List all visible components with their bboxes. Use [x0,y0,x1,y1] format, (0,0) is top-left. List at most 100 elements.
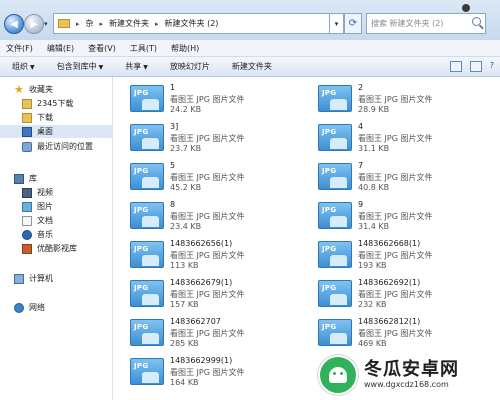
preview-pane-icon[interactable] [469,61,482,72]
breadcrumb-item[interactable]: 新建文件夹 (2) [165,18,219,29]
menu-help[interactable]: 帮助(H) [171,43,199,54]
file-item[interactable]: JPG 7 看图王 JPG 图片文件 40.8 KB [318,159,498,197]
chevron-right-icon[interactable]: ▸ [155,20,159,28]
sidebar-item-label: 优酷影视库 [37,244,77,253]
file-item[interactable]: JPG 9 看图王 JPG 图片文件 31.4 KB [318,198,498,236]
toolbar-right: ? [449,61,494,72]
recent-places-icon [22,141,32,152]
search-input[interactable]: 搜索 新建文件夹 (2) [366,13,486,34]
jpg-file-icon: JPG [318,280,352,307]
jpg-file-icon: JPG [318,124,352,151]
menu-view[interactable]: 查看(V) [88,43,116,54]
breadcrumb-item[interactable]: 新建文件夹 [109,18,149,29]
file-item[interactable]: JPG 2 看图王 JPG 图片文件 28.9 KB [318,81,498,119]
file-type: 看图王 JPG 图片文件 [358,134,433,143]
file-badge: JPG [134,89,149,97]
file-type: 看图王 JPG 图片文件 [358,212,433,221]
watermark: 冬瓜安卓网 www.dgxcdz168.com [318,350,500,400]
folder-icon [58,19,70,28]
jpg-file-icon: JPG [130,85,164,112]
back-button[interactable]: ◀ [4,14,24,34]
jpg-file-icon: JPG [318,202,352,229]
file-name: 5 [170,161,176,170]
share-label: 共享 [125,62,142,71]
file-size: 45.2 KB [170,183,202,192]
file-badge: JPG [322,167,337,175]
sidebar-item-desktop[interactable]: 桌面 [0,125,112,138]
menu-tools[interactable]: 工具(T) [130,43,157,54]
document-icon [22,215,32,226]
chevron-right-icon[interactable]: ▸ [100,20,104,28]
file-size: 232 KB [358,300,387,309]
file-item[interactable]: JPG 1483662692(1) 看图王 JPG 图片文件 232 KB [318,276,498,314]
file-name: 3] [170,122,179,131]
file-name: 8 [170,200,176,209]
sidebar-item-label: 下载 [37,113,53,122]
file-item[interactable]: JPG 1483662668(1) 看图王 JPG 图片文件 193 KB [318,237,498,275]
refresh-button[interactable]: ⟳ [344,13,362,34]
sidebar-item-network[interactable]: 网络 [14,301,126,314]
sidebar-item-computer[interactable]: 计算机 [14,272,126,285]
breadcrumb-item[interactable]: 杂 [86,18,94,29]
new-folder-button[interactable]: 新建文件夹 [232,61,272,72]
jpg-file-icon: JPG [318,163,352,190]
computer-icon [14,273,24,284]
watermark-title: 冬瓜安卓网 [364,359,459,380]
window-control-icon[interactable] [462,4,470,12]
breadcrumb[interactable]: ▸ 杂 ▸ 新建文件夹 ▸ 新建文件夹 (2) [53,13,330,34]
file-item[interactable]: JPG 1483662812(1) 看图王 JPG 图片文件 469 KB [318,315,498,353]
file-size: 164 KB [170,378,199,387]
file-name: 1483662812(1) [358,317,421,326]
file-name: 1483662668(1) [358,239,421,248]
sidebar-item-libraries[interactable]: 库 [14,172,126,185]
file-badge: JPG [134,323,149,331]
file-badge: JPG [322,323,337,331]
file-type: 看图王 JPG 图片文件 [358,95,433,104]
jpg-file-icon: JPG [130,202,164,229]
file-type: 看图王 JPG 图片文件 [170,329,245,338]
file-name: 1483662999(1) [170,356,233,365]
file-item[interactable]: JPG 1483662656(1) 看图王 JPG 图片文件 113 KB [130,237,310,275]
file-name: 9 [358,200,364,209]
jpg-file-icon: JPG [130,163,164,190]
file-item[interactable]: JPG 1483662679(1) 看图王 JPG 图片文件 157 KB [130,276,310,314]
file-item[interactable]: JPG 1483662707 看图王 JPG 图片文件 285 KB [130,315,310,353]
sidebar-item-favorites[interactable]: ★ 收藏夹 [14,83,126,96]
jpg-file-icon: JPG [318,319,352,346]
file-type: 看图王 JPG 图片文件 [170,134,245,143]
sidebar-item-label: 文档 [37,216,53,225]
search-placeholder: 搜索 新建文件夹 (2) [371,19,444,28]
help-icon[interactable]: ? [490,61,494,72]
forward-button[interactable]: ▶ [24,14,44,34]
file-badge: JPG [134,167,149,175]
organize-button[interactable]: 组织 ▼ [12,61,35,72]
address-dropdown-button[interactable]: ▾ [330,13,344,34]
library-icon [14,173,24,184]
menu-file[interactable]: 文件(F) [6,43,33,54]
picture-icon [22,201,32,212]
file-item[interactable]: JPG 1483662999(1) 看图王 JPG 图片文件 164 KB [130,354,310,392]
share-button[interactable]: 共享 ▼ [125,61,148,72]
star-icon: ★ [14,82,24,96]
folder-icon [22,112,32,123]
recent-pages-dropdown-icon[interactable]: ▾ [44,20,48,28]
slideshow-button[interactable]: 放映幻灯片 [170,61,210,72]
file-name: 1483662692(1) [358,278,421,287]
menu-edit[interactable]: 编辑(E) [47,43,74,54]
sidebar-item-label: 收藏夹 [29,85,53,94]
jpg-file-icon: JPG [130,124,164,151]
file-item[interactable]: JPG 3] 看图王 JPG 图片文件 23.7 KB [130,120,310,158]
sidebar-item-label: 视频 [37,188,53,197]
media-library-icon [22,243,32,254]
file-size: 28.9 KB [358,105,390,114]
file-item[interactable]: JPG 1 看图王 JPG 图片文件 24.2 KB [130,81,310,119]
view-options-icon[interactable] [449,61,462,72]
file-size: 23.7 KB [170,144,202,153]
file-item[interactable]: JPG 4 看图王 JPG 图片文件 31.1 KB [318,120,498,158]
file-badge: JPG [322,89,337,97]
file-item[interactable]: JPG 5 看图王 JPG 图片文件 45.2 KB [130,159,310,197]
chevron-right-icon[interactable]: ▸ [76,20,80,28]
include-in-library-button[interactable]: 包含到库中 ▼ [57,61,104,72]
file-size: 24.2 KB [170,105,202,114]
file-item[interactable]: JPG 8 看图王 JPG 图片文件 23.4 KB [130,198,310,236]
